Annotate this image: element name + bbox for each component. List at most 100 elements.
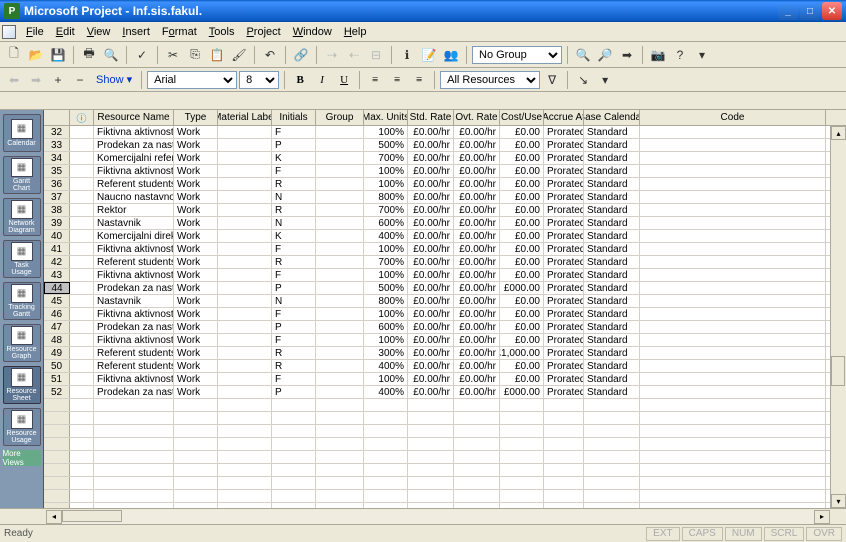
close-button[interactable]: ✕ (822, 2, 842, 20)
cell-indicator[interactable] (70, 256, 94, 268)
cell-base-calendar[interactable]: Standard (584, 243, 640, 255)
cell-resource-name[interactable]: Fiktivna aktivnost (94, 126, 174, 138)
cell-initials[interactable]: F (272, 165, 316, 177)
cell-std-rate[interactable]: £0.00/hr (408, 282, 454, 294)
cell-resource-name[interactable]: Fiktivna aktivnost (94, 243, 174, 255)
scroll-down-button[interactable]: ▾ (831, 494, 846, 508)
cell-indicator[interactable] (70, 321, 94, 333)
table-row-empty[interactable] (44, 477, 846, 490)
cell-accrue[interactable]: Prorated (544, 386, 584, 398)
underline-button[interactable]: U (334, 71, 354, 89)
cell-initials[interactable]: R (272, 360, 316, 372)
print-button[interactable]: 🖶 (79, 45, 99, 65)
select-all-header[interactable] (44, 110, 70, 125)
cell-accrue[interactable]: Prorated (544, 126, 584, 138)
grid-body[interactable]: 32Fiktivna aktivnostWorkF100%£0.00/hr£0.… (44, 126, 846, 508)
cell-code[interactable] (640, 217, 826, 229)
cell-max-units[interactable]: 100% (364, 373, 408, 385)
row-header[interactable]: 33 (44, 139, 70, 151)
cell-indicator[interactable] (70, 243, 94, 255)
table-row[interactable]: 50Referent studentske sWorkR400%£0.00/hr… (44, 360, 846, 373)
row-header[interactable] (44, 399, 70, 411)
print-preview-button[interactable]: 🔍 (101, 45, 121, 65)
view-resource-sheet[interactable]: ▦Resource Sheet (3, 366, 41, 404)
cell-initials[interactable]: P (272, 321, 316, 333)
cell-resource-name[interactable]: Prodekan za nastavu (94, 139, 174, 151)
cell-indicator[interactable] (70, 360, 94, 372)
row-header[interactable]: 38 (44, 204, 70, 216)
cell-max-units[interactable]: 800% (364, 191, 408, 203)
cell-accrue[interactable]: Prorated (544, 295, 584, 307)
cell-material-label[interactable] (218, 139, 272, 151)
cell-resource-name[interactable]: Nastavnik (94, 295, 174, 307)
cell-base-calendar[interactable]: Standard (584, 178, 640, 190)
row-header[interactable]: 50 (44, 360, 70, 372)
table-row[interactable]: 33Prodekan za nastavuWorkP500%£0.00/hr£0… (44, 139, 846, 152)
cell-ovt-rate[interactable]: £0.00/hr (454, 295, 500, 307)
cell-group[interactable] (316, 126, 364, 138)
cell-ovt-rate[interactable]: £0.00/hr (454, 178, 500, 190)
cell-base-calendar[interactable]: Standard (584, 191, 640, 203)
horizontal-scrollbar[interactable]: ◂ ▸ (0, 508, 846, 524)
cell-max-units[interactable]: 700% (364, 204, 408, 216)
cell-initials[interactable]: P (272, 282, 316, 294)
cell-cost-use[interactable]: £0.00 (500, 321, 544, 333)
cell-std-rate[interactable]: £0.00/hr (408, 204, 454, 216)
cell-cost-use[interactable]: £0.00 (500, 204, 544, 216)
cell-max-units[interactable]: 400% (364, 230, 408, 242)
cell-std-rate[interactable]: £0.00/hr (408, 165, 454, 177)
table-row[interactable]: 40Komercijalni direktorWorkK400%£0.00/hr… (44, 230, 846, 243)
cell-code[interactable] (640, 243, 826, 255)
new-button[interactable]: 🗋 (4, 45, 24, 65)
row-header[interactable]: 32 (44, 126, 70, 138)
table-row[interactable]: 46Fiktivna aktivnostWorkF100%£0.00/hr£0.… (44, 308, 846, 321)
cell-code[interactable] (640, 308, 826, 320)
cell-code[interactable] (640, 373, 826, 385)
cell-ovt-rate[interactable]: £0.00/hr (454, 360, 500, 372)
cell-max-units[interactable]: 300% (364, 347, 408, 359)
cell-ovt-rate[interactable]: £0.00/hr (454, 139, 500, 151)
cell-type[interactable]: Work (174, 308, 218, 320)
cell-code[interactable] (640, 334, 826, 346)
cell-std-rate[interactable]: £0.00/hr (408, 139, 454, 151)
cell-initials[interactable]: P (272, 386, 316, 398)
col-material-label[interactable]: Material Label (218, 110, 272, 125)
cell-std-rate[interactable]: £0.00/hr (408, 178, 454, 190)
cell-resource-name[interactable]: Referent studentske s (94, 360, 174, 372)
help-button[interactable]: ? (670, 45, 690, 65)
cell-base-calendar[interactable]: Standard (584, 126, 640, 138)
cell-code[interactable] (640, 386, 826, 398)
cell-std-rate[interactable]: £0.00/hr (408, 126, 454, 138)
col-code[interactable]: Code (640, 110, 826, 125)
cell-code[interactable] (640, 126, 826, 138)
cell-max-units[interactable]: 600% (364, 217, 408, 229)
menu-view[interactable]: View (81, 24, 117, 40)
cell-indicator[interactable] (70, 139, 94, 151)
paste-button[interactable]: 📋 (207, 45, 227, 65)
cell-indicator[interactable] (70, 191, 94, 203)
cell-type[interactable]: Work (174, 373, 218, 385)
cell-type[interactable]: Work (174, 165, 218, 177)
cell-ovt-rate[interactable]: £0.00/hr (454, 386, 500, 398)
cell-cost-use[interactable]: £0.00 (500, 269, 544, 281)
format-painter-button[interactable]: 🖌 (229, 45, 249, 65)
zoom-in-button[interactable]: 🔍 (573, 45, 593, 65)
hscroll-thumb[interactable] (62, 510, 122, 522)
hide-subtasks-button[interactable]: − (70, 70, 90, 90)
cell-group[interactable] (316, 360, 364, 372)
cell-std-rate[interactable]: £0.00/hr (408, 217, 454, 229)
align-center-button[interactable]: ≡ (387, 71, 407, 89)
cell-accrue[interactable]: Prorated (544, 269, 584, 281)
table-row[interactable]: 45NastavnikWorkN800%£0.00/hr£0.00/hr£0.0… (44, 295, 846, 308)
row-header[interactable]: 45 (44, 295, 70, 307)
row-header[interactable]: 49 (44, 347, 70, 359)
view-resource-usage[interactable]: ▦Resource Usage (3, 408, 41, 446)
cell-ovt-rate[interactable]: £0.00/hr (454, 217, 500, 229)
cell-cost-use[interactable]: £0.00 (500, 230, 544, 242)
table-row[interactable]: 35Fiktivna aktivnostWorkF100%£0.00/hr£0.… (44, 165, 846, 178)
row-header[interactable]: 37 (44, 191, 70, 203)
cell-accrue[interactable]: Prorated (544, 139, 584, 151)
table-row-empty[interactable] (44, 412, 846, 425)
copy-picture-button[interactable]: 📷 (648, 45, 668, 65)
cell-accrue[interactable]: Prorated (544, 282, 584, 294)
